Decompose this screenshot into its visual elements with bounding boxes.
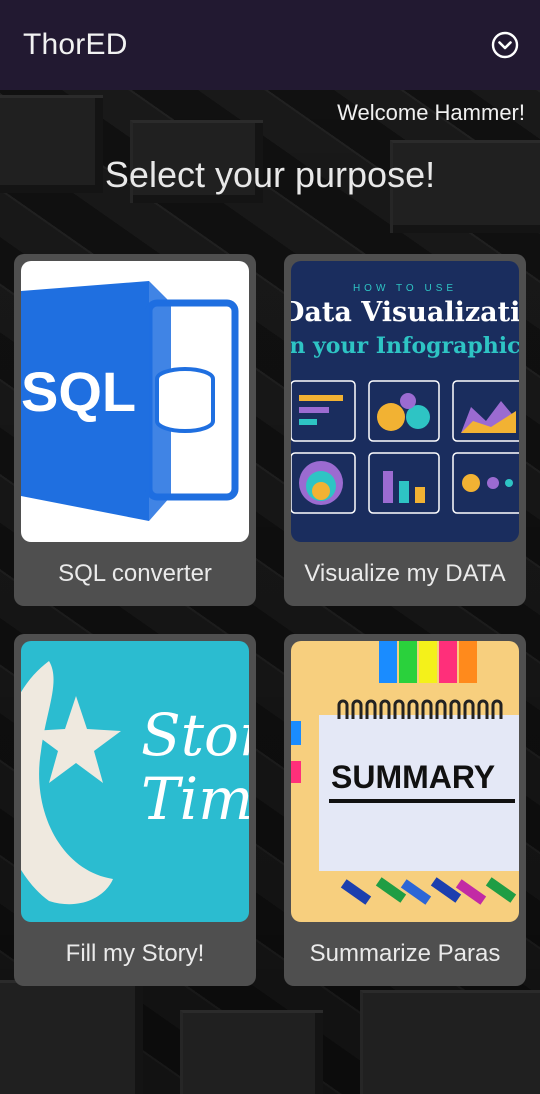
welcome-text: Welcome Hammer! bbox=[337, 100, 525, 125]
summary-text: SUMMARY bbox=[331, 759, 496, 795]
summary-notebook-icon: SUMMARY bbox=[291, 641, 519, 922]
card-label: Visualize my DATA bbox=[304, 560, 506, 587]
story-line-2: Time bbox=[141, 765, 249, 833]
card-visualize-data[interactable]: HOW TO USE Data Visualization in your In… bbox=[284, 254, 526, 606]
card-summarize-paras[interactable]: SUMMARY Summarize Paras bbox=[284, 634, 526, 986]
app-bar: ThorED bbox=[0, 0, 540, 90]
data-visualization-infographic-icon: HOW TO USE Data Visualization in your In… bbox=[291, 261, 519, 542]
card-sql-converter[interactable]: SQL SQL converter bbox=[14, 254, 256, 606]
background-block bbox=[360, 990, 540, 1094]
sql-server-logo-icon: SQL bbox=[21, 261, 249, 542]
card-label: Summarize Paras bbox=[309, 940, 501, 967]
background-block bbox=[180, 1010, 323, 1094]
background-block bbox=[0, 980, 143, 1094]
chevron-down-circle-icon[interactable] bbox=[490, 30, 520, 60]
card-label: Fill my Story! bbox=[65, 940, 205, 967]
card-label: SQL converter bbox=[58, 560, 212, 587]
sql-logo-text: SQL bbox=[21, 360, 137, 423]
story-time-text: Story Time bbox=[141, 703, 249, 831]
page-title: Select your purpose! bbox=[104, 154, 436, 195]
app-title: ThorED bbox=[23, 28, 128, 61]
moon-star-story-time-icon: Story Time bbox=[21, 641, 249, 922]
story-line-1: Story bbox=[141, 701, 249, 769]
card-fill-story[interactable]: Story Time Fill my Story! bbox=[14, 634, 256, 986]
